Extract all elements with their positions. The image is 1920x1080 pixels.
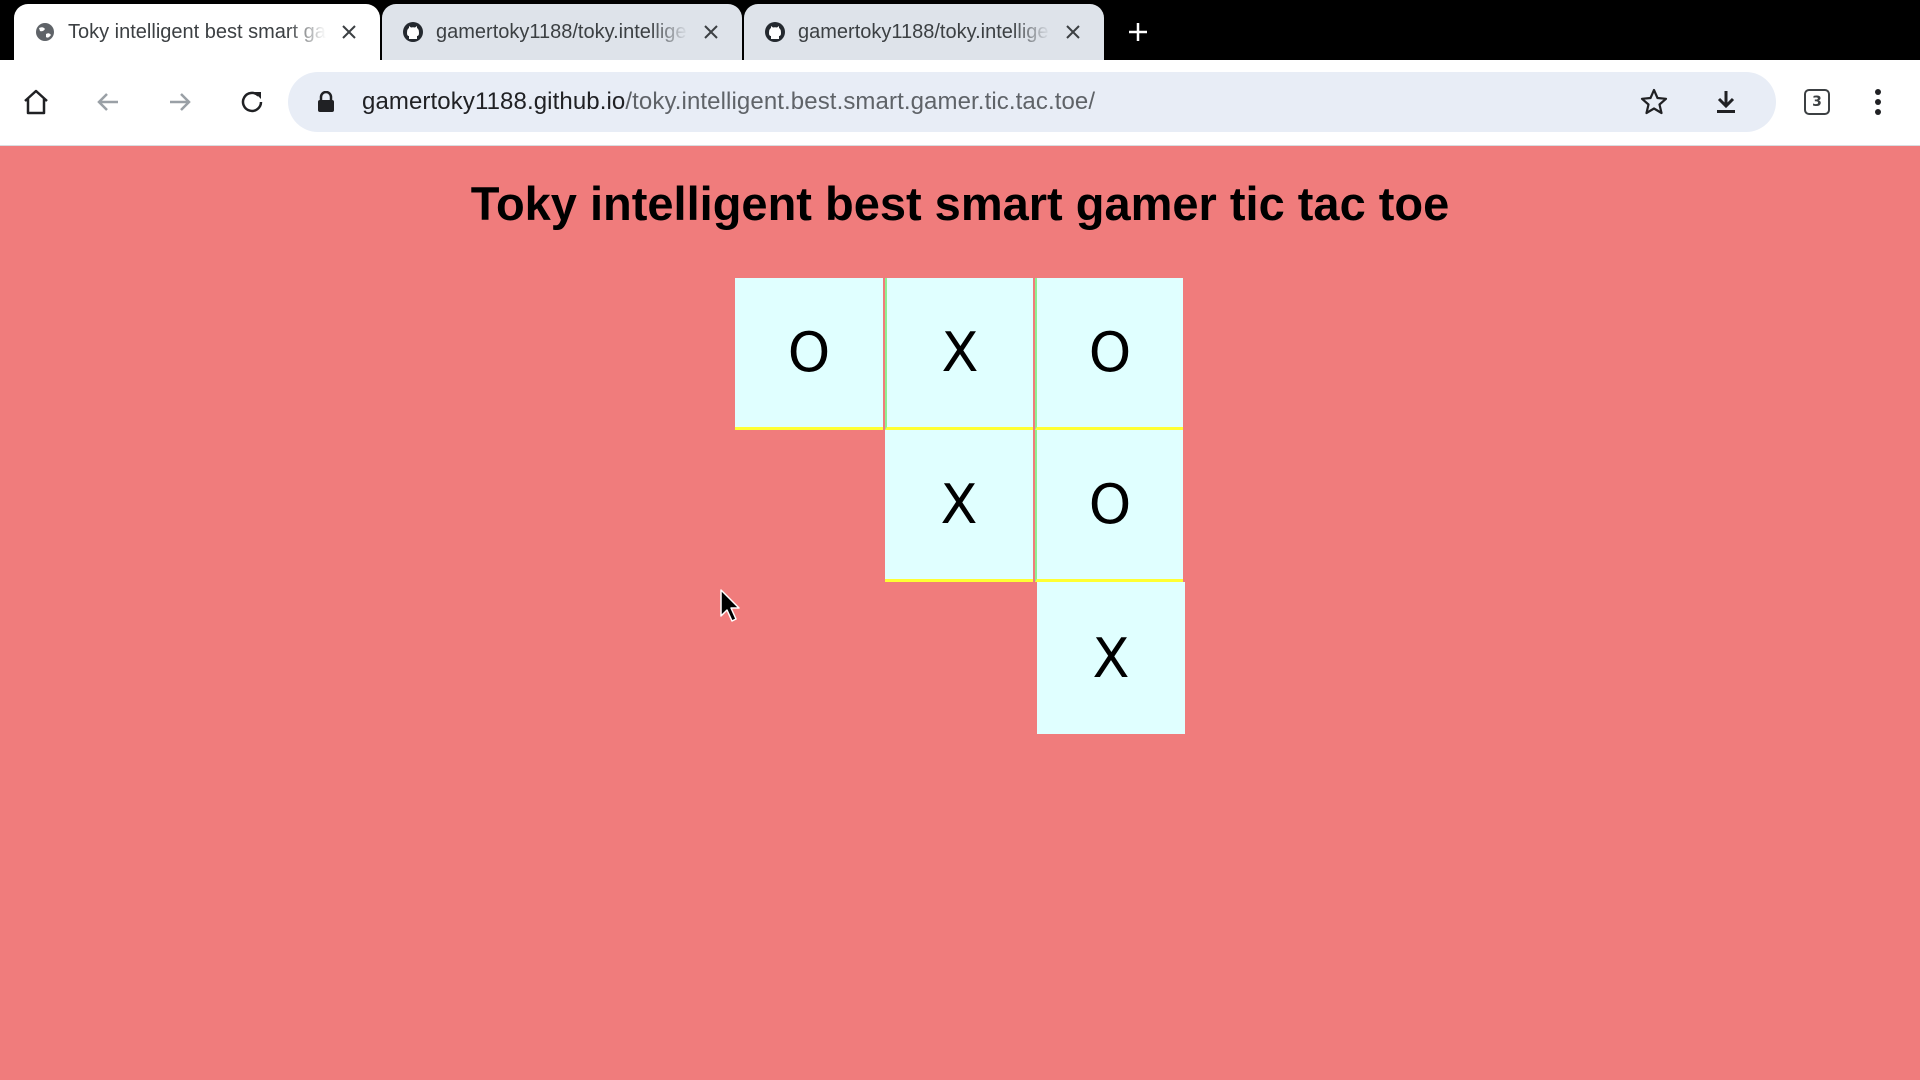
tab-title: Toky intelligent best smart gamer tic ta…: [68, 20, 326, 43]
lock-icon[interactable]: [314, 90, 338, 114]
tab-strip: Toky intelligent best smart gamer tic ta…: [0, 0, 1920, 60]
more-vertical-icon: [1875, 89, 1881, 115]
reload-button[interactable]: [230, 80, 274, 124]
board-cell-r3-c1[interactable]: [735, 582, 883, 734]
tab-title: gamertoky1188/toky.intelligent.best.smar…: [798, 20, 1050, 43]
board-cell-r1-c1[interactable]: O: [735, 278, 883, 430]
tab-toky-game[interactable]: Toky intelligent best smart gamer tic ta…: [14, 4, 380, 60]
close-icon[interactable]: [1060, 19, 1086, 45]
menu-button[interactable]: [1856, 80, 1900, 124]
address-bar[interactable]: gamertoky1188.github.io/toky.intelligent…: [288, 72, 1776, 132]
tab-switcher-button[interactable]: 3: [1795, 80, 1839, 124]
arrow-left-icon: [97, 93, 118, 111]
close-icon[interactable]: [698, 19, 724, 45]
home-button[interactable]: [14, 80, 58, 124]
tab-github-2[interactable]: gamertoky1188/toky.intelligent.best.smar…: [744, 4, 1104, 60]
tab-title: gamertoky1188/toky.intelligent.best.smar…: [436, 20, 688, 43]
download-button[interactable]: [1704, 80, 1748, 124]
globe-icon: [34, 21, 56, 43]
board-cell-r3-c3[interactable]: X: [1037, 582, 1185, 734]
back-button[interactable]: [86, 80, 130, 124]
tab-github-1[interactable]: gamertoky1188/toky.intelligent.best.smar…: [382, 4, 742, 60]
url-text: gamertoky1188.github.io/toky.intelligent…: [362, 88, 1095, 116]
board-cell-r2-c1[interactable]: [735, 430, 883, 582]
game-board: O X O X O X: [735, 278, 1185, 734]
reload-icon: [241, 91, 263, 113]
browser-toolbar: gamertoky1188.github.io/toky.intelligent…: [0, 60, 1920, 146]
download-icon: [1717, 91, 1735, 113]
board-cell-r2-c2[interactable]: X: [885, 430, 1033, 582]
plus-icon: [1129, 23, 1147, 41]
bookmark-button[interactable]: [1632, 80, 1676, 124]
mouse-cursor-icon: [720, 589, 740, 622]
url-host: gamertoky1188.github.io: [362, 88, 626, 115]
board-cell-r2-c3[interactable]: O: [1035, 430, 1183, 582]
board-cell-r1-c2[interactable]: X: [885, 278, 1033, 430]
arrow-right-icon: [170, 93, 191, 111]
url-path: /toky.intelligent.best.smart.gamer.tic.t…: [625, 88, 1096, 115]
github-icon: [764, 21, 786, 43]
page-title: Toky intelligent best smart gamer tic ta…: [470, 177, 1450, 230]
github-icon: [402, 21, 424, 43]
new-tab-button[interactable]: [1120, 14, 1156, 50]
star-icon: [1640, 88, 1668, 115]
board-cell-r3-c2[interactable]: [885, 582, 1033, 734]
tab-count-badge: 3: [1804, 89, 1830, 115]
forward-button[interactable]: [158, 80, 202, 124]
close-icon[interactable]: [336, 19, 362, 45]
home-icon: [24, 89, 48, 115]
board-cell-r1-c3[interactable]: O: [1035, 278, 1183, 430]
